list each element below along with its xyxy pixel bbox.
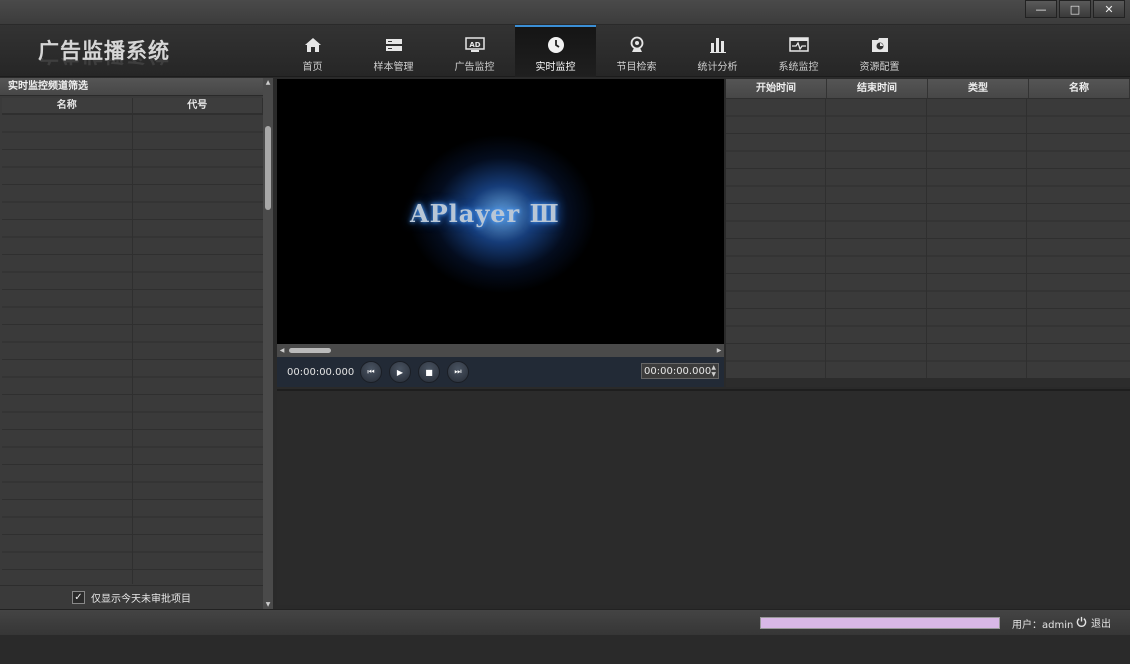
play-icon: ▶ [396, 367, 404, 377]
horizontal-scrollbar[interactable]: ◀ ▶ [277, 344, 724, 357]
minimize-button[interactable]: — [1025, 0, 1057, 18]
nav-item-resource-config[interactable]: 资源配置 [839, 25, 920, 77]
bar-chart-icon [708, 35, 728, 55]
column-header-type[interactable]: 类型 [928, 79, 1029, 98]
nav-item-home[interactable]: 首页 [272, 25, 353, 77]
scroll-down-icon[interactable]: ▼ [263, 600, 273, 609]
current-time: 00:00:00.000 [287, 366, 355, 378]
progress-bar [760, 617, 1000, 629]
system-monitor-icon [788, 35, 809, 55]
column-header-name[interactable]: 名称 [2, 98, 133, 113]
home-icon [303, 35, 323, 55]
scroll-up-icon[interactable]: ▲ [263, 78, 273, 87]
scroll-right-icon[interactable]: ▶ [714, 344, 724, 357]
power-icon [1076, 616, 1087, 630]
table-body[interactable] [726, 98, 1130, 378]
nav-item-statistics[interactable]: 统计分析 [677, 25, 758, 77]
scroll-thumb[interactable] [265, 126, 271, 210]
skip-forward-icon: ⏭ [454, 367, 462, 376]
nav-label: 样本管理 [373, 62, 414, 73]
seek-time-spinner[interactable]: 00:00:00.000 ▲ ▼ [641, 363, 719, 379]
app-title-reflection: 广告监播系统 [38, 58, 170, 70]
panel-title: 实时监控频道筛选 [0, 78, 272, 96]
column-header-name[interactable]: 名称 [1029, 79, 1130, 98]
column-header-start-time[interactable]: 开始时间 [726, 79, 827, 98]
app-header: 广告监播系统 广告监播系统 首页 样本管理 AD 广告监控 实时监控 [0, 25, 1130, 77]
scroll-thumb[interactable] [289, 348, 331, 353]
search-camera-icon [627, 35, 647, 55]
stop-button[interactable]: ■ [418, 361, 440, 383]
previous-button[interactable]: ⏮ [360, 361, 382, 383]
nav-label: 节目检索 [616, 62, 657, 73]
nav-label: 统计分析 [697, 62, 738, 73]
vertical-scrollbar[interactable]: ▲ ▼ [263, 78, 273, 609]
player-controls: 00:00:00.000 ⏮ ▶ ■ ⏭ 00:00:00.000 ▲ ▼ [277, 357, 724, 387]
nav-label: 资源配置 [859, 62, 900, 73]
main-nav: 首页 样本管理 AD 广告监控 实时监控 节目检索 统计分析 系统监控 资源配置 [272, 25, 920, 77]
nav-item-system-monitor[interactable]: 系统监控 [758, 25, 839, 77]
svg-text:AD: AD [469, 41, 480, 49]
table-header: 名称 代号 [2, 98, 263, 114]
next-button[interactable]: ⏭ [447, 361, 469, 383]
today-unapproved-checkbox[interactable]: ✓ [72, 591, 85, 604]
nav-item-realtime-monitor[interactable]: 实时监控 [515, 25, 596, 77]
resource-config-icon [870, 35, 890, 55]
play-button[interactable]: ▶ [389, 361, 411, 383]
close-button[interactable]: ✕ [1093, 0, 1125, 18]
nav-item-sample-manage[interactable]: 样本管理 [353, 25, 434, 77]
channel-table: 名称 代号 [2, 98, 263, 664]
user-label: 用户：admin [1012, 620, 1074, 631]
nav-item-ad-monitor[interactable]: AD 广告监控 [434, 25, 515, 77]
column-header-end-time[interactable]: 结束时间 [827, 79, 928, 98]
player-logo: APlayer Ⅲ [410, 199, 560, 228]
window-titlebar: — □ ✕ [0, 0, 1130, 25]
status-bar: 用户：admin 退出 [0, 609, 1130, 635]
column-header-code[interactable]: 代号 [133, 98, 263, 113]
scroll-left-icon[interactable]: ◀ [277, 344, 287, 357]
logout-label[interactable]: 退出 [1091, 615, 1111, 630]
skip-back-icon: ⏮ [367, 367, 375, 376]
video-player[interactable]: APlayer Ⅲ [277, 79, 724, 344]
maximize-button[interactable]: □ [1059, 0, 1091, 18]
window-controls: — □ ✕ [1025, 0, 1125, 18]
spinner-arrows-icon[interactable]: ▲ ▼ [711, 364, 716, 378]
stop-icon: ■ [425, 367, 433, 377]
sample-manage-icon [384, 35, 404, 55]
divider [726, 378, 1130, 387]
event-table: 开始时间 结束时间 类型 名称 [726, 79, 1130, 378]
checkbox-label[interactable]: 仅显示今天未审批项目 [91, 590, 191, 605]
table-body[interactable] [2, 114, 263, 584]
ad-monitor-icon: AD [464, 35, 485, 55]
logout-button[interactable]: 退出 [1076, 615, 1111, 630]
nav-label: 首页 [302, 62, 323, 73]
nav-item-program-search[interactable]: 节目检索 [596, 25, 677, 77]
channel-filter-panel: 实时监控频道筛选 名称 代号 ✓ 仅显示今天未审批项目 ▲ ▼ [0, 78, 273, 609]
table-header: 开始时间 结束时间 类型 名称 [726, 79, 1130, 98]
seek-time-value[interactable]: 00:00:00.000 [644, 366, 711, 377]
filter-footer: ✓ 仅显示今天未审批项目 [0, 585, 263, 609]
content-area [277, 389, 1130, 605]
nav-label: 系统监控 [778, 62, 819, 73]
nav-label: 广告监控 [454, 62, 495, 73]
nav-label: 实时监控 [535, 62, 576, 73]
clock-icon [546, 35, 566, 55]
